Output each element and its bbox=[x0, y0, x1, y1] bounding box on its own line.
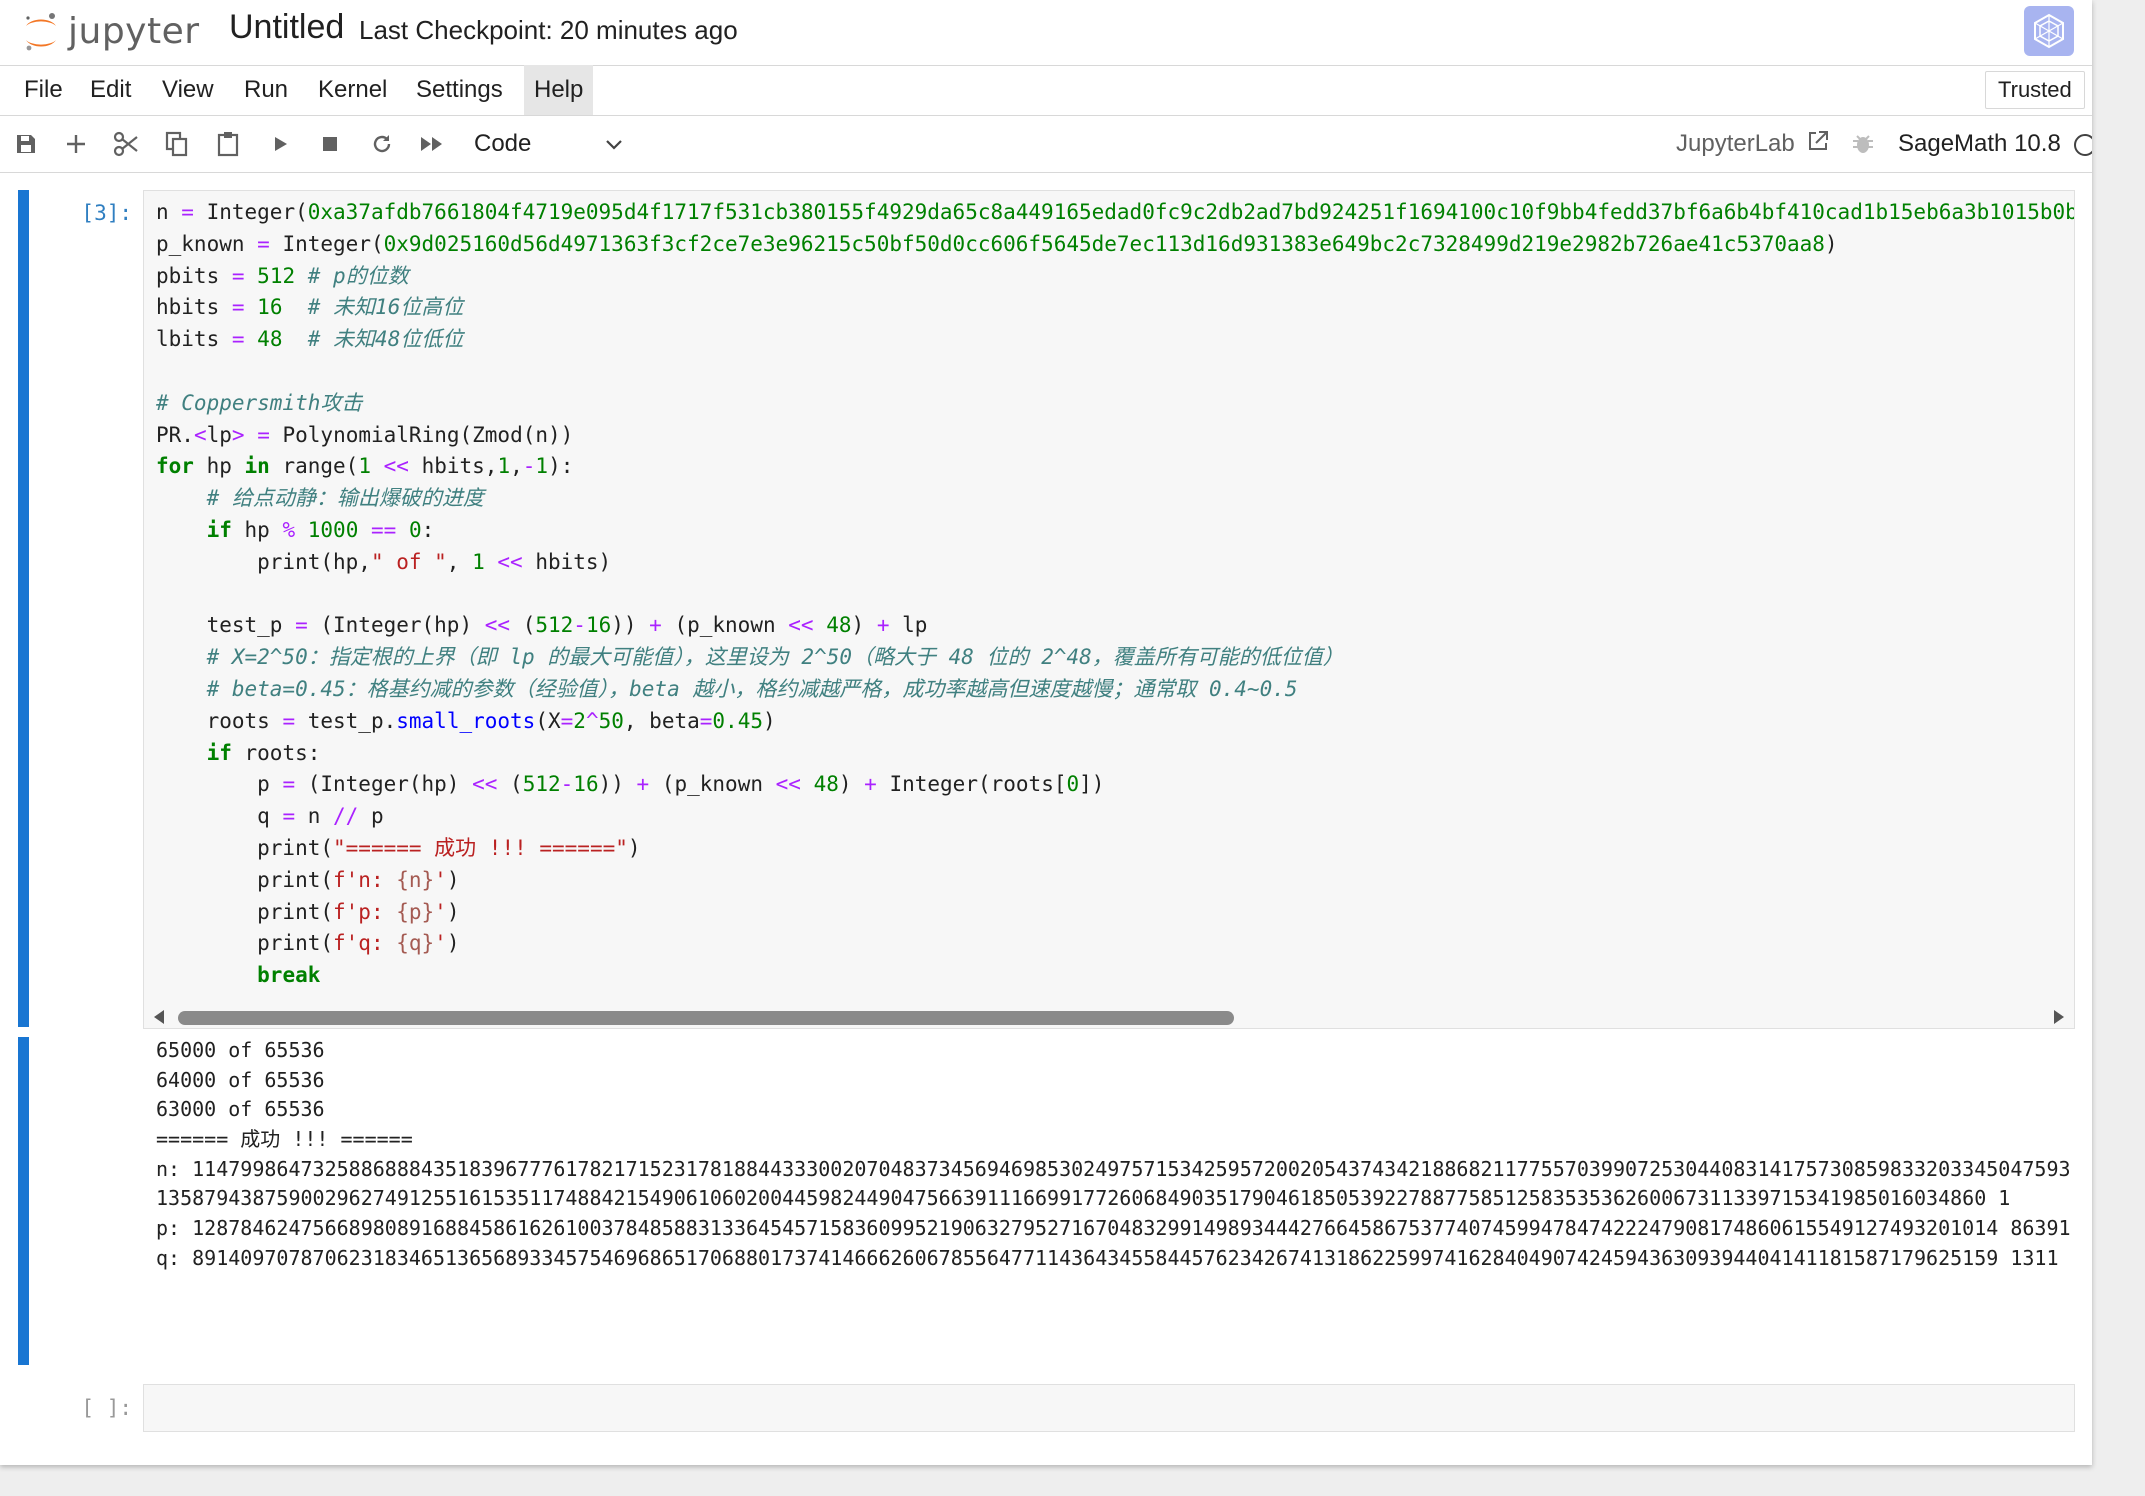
output-line: 65000 of 65536 bbox=[156, 1038, 325, 1062]
scrollbar-thumb[interactable] bbox=[178, 1011, 1234, 1025]
menu-settings[interactable]: Settings bbox=[406, 65, 513, 115]
trusted-indicator[interactable]: Trusted bbox=[1985, 71, 2085, 109]
output-n-value: n: 1147998647325886888435183967776178217… bbox=[156, 1156, 2071, 1211]
cell-type-value: Code bbox=[474, 130, 532, 157]
user-avatar-icon[interactable] bbox=[2024, 6, 2074, 56]
top-header: jupyter Untitled Last Checkpoint: 20 min… bbox=[0, 0, 2092, 66]
output-q-value: q: 8914097078706231834651365689334575469… bbox=[156, 1245, 2059, 1270]
scroll-right-arrow-icon[interactable] bbox=[2054, 1010, 2064, 1024]
last-checkpoint-label: Last Checkpoint: 20 minutes ago bbox=[359, 15, 738, 45]
run-icon[interactable] bbox=[262, 126, 298, 162]
menu-edit[interactable]: Edit bbox=[80, 65, 141, 115]
run-all-icon[interactable] bbox=[414, 126, 450, 162]
jupyter-logo-icon bbox=[22, 8, 60, 54]
output-line: 64000 of 65536 bbox=[156, 1067, 325, 1092]
output-collapse-bar[interactable] bbox=[18, 1037, 29, 1365]
menu-help[interactable]: Help bbox=[524, 65, 594, 115]
cell-output: 65000 of 65536 64000 of 65536 63000 of 6… bbox=[156, 1036, 2076, 1274]
output-p-value: p: 1287846247566898089168845861626100378… bbox=[156, 1216, 2071, 1241]
restart-icon[interactable] bbox=[364, 126, 400, 162]
empty-cell-prompt: [ ]: bbox=[81, 1396, 132, 1420]
menu-bar: File Edit View Run Kernel Settings Help … bbox=[0, 65, 2092, 116]
menu-kernel[interactable]: Kernel bbox=[308, 65, 397, 115]
add-cell-icon[interactable] bbox=[58, 126, 94, 162]
empty-code-cell-input[interactable] bbox=[143, 1384, 2075, 1432]
external-link-icon bbox=[1807, 129, 1829, 161]
scroll-left-arrow-icon[interactable] bbox=[154, 1010, 164, 1024]
copy-icon[interactable] bbox=[159, 126, 195, 162]
horizontal-scrollbar[interactable] bbox=[144, 1006, 2074, 1028]
output-line: ====== 成功 !!! ====== bbox=[156, 1127, 413, 1152]
paste-icon[interactable] bbox=[210, 126, 246, 162]
jupyter-logo[interactable]: jupyter bbox=[22, 6, 200, 56]
bug-icon[interactable] bbox=[1851, 132, 1875, 161]
active-cell-indicator bbox=[18, 190, 29, 1027]
save-icon[interactable] bbox=[8, 126, 44, 162]
notebook-title[interactable]: Untitled bbox=[229, 8, 344, 47]
input-prompt: [3]: bbox=[81, 201, 132, 225]
jupyterlab-label: JupyterLab bbox=[1676, 130, 1795, 157]
cut-icon[interactable] bbox=[108, 126, 144, 162]
kernel-name[interactable]: SageMath 10.8 bbox=[1898, 128, 2061, 160]
kernel-status-icon bbox=[2073, 133, 2092, 162]
menu-run[interactable]: Run bbox=[234, 65, 298, 115]
code-cell-input[interactable]: n = Integer(0xa37afdb7661804f4719e095d4f… bbox=[143, 190, 2075, 1029]
jupyter-logo-text: jupyter bbox=[68, 10, 200, 52]
menu-view[interactable]: View bbox=[152, 65, 224, 115]
menu-file[interactable]: File bbox=[14, 65, 73, 115]
code-editor[interactable]: n = Integer(0xa37afdb7661804f4719e095d4f… bbox=[156, 197, 2074, 992]
cell-type-select[interactable]: Code bbox=[474, 128, 624, 160]
stop-icon[interactable] bbox=[312, 126, 348, 162]
notebook-toolbar: Code JupyterLab SageMath 10.8 bbox=[0, 116, 2092, 173]
chevron-down-icon bbox=[604, 128, 624, 169]
notebook-page: jupyter Untitled Last Checkpoint: 20 min… bbox=[0, 0, 2092, 1465]
output-line: 63000 of 65536 bbox=[156, 1097, 325, 1122]
open-in-jupyterlab-link[interactable]: JupyterLab bbox=[1676, 128, 1829, 161]
